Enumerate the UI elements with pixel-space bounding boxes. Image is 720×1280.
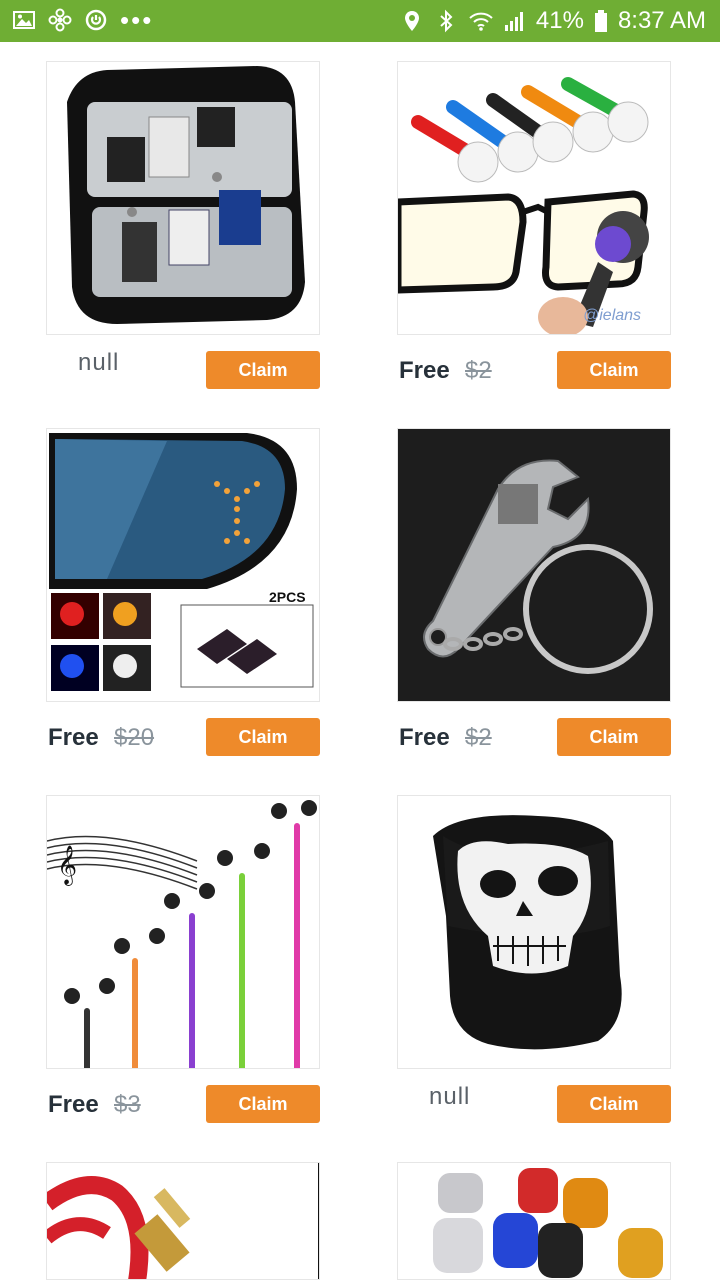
clock: 8:37 AM xyxy=(617,7,706,34)
fan-icon xyxy=(48,8,72,32)
location-icon xyxy=(400,9,424,33)
price-row: Free $3 Claim xyxy=(46,1085,320,1125)
claim-button[interactable]: Claim xyxy=(206,1085,320,1123)
original-price: $3 xyxy=(114,1091,141,1118)
original-price: $2 xyxy=(465,724,492,751)
price-row: null Claim xyxy=(46,349,320,391)
claim-button[interactable]: Claim xyxy=(557,1085,671,1123)
product-image-skull-mask[interactable] xyxy=(397,795,671,1069)
image-icon xyxy=(12,8,36,32)
claim-button[interactable]: Claim xyxy=(206,351,320,389)
battery-percent: 41% xyxy=(535,7,584,34)
battery-icon xyxy=(594,9,608,33)
product-image-audio-cable[interactable] xyxy=(46,1162,320,1280)
price-row: Free $20 Claim xyxy=(46,718,320,758)
signal-icon xyxy=(502,9,526,33)
wifi-icon xyxy=(468,9,493,33)
null-label: null xyxy=(78,349,120,376)
bluetooth-icon xyxy=(434,9,458,33)
price-row: null Claim xyxy=(397,1083,671,1125)
sync-icon xyxy=(84,8,108,32)
product-image-memory-card-case[interactable] xyxy=(46,61,320,335)
null-label: null xyxy=(429,1083,471,1110)
product-image-car-mirror-led[interactable]: 2PCS xyxy=(46,428,320,702)
free-label: Free xyxy=(48,724,99,751)
free-label: Free xyxy=(399,357,450,384)
claim-button[interactable]: Claim xyxy=(557,351,671,389)
product-image-valve-caps[interactable] xyxy=(397,1162,671,1280)
claim-button[interactable]: Claim xyxy=(206,718,320,756)
svg-text:𝄞: 𝄞 xyxy=(57,845,77,886)
watermark-text: @ielans xyxy=(583,307,641,324)
free-label: Free xyxy=(48,1091,99,1118)
price-row: Free $2 Claim xyxy=(397,351,671,391)
more-dots-icon: ••• xyxy=(120,5,154,35)
product-image-zipper-earphones[interactable]: 𝄞 xyxy=(46,795,320,1069)
original-price: $20 xyxy=(114,724,155,751)
free-label: Free xyxy=(399,724,450,751)
price-row: Free $2 Claim xyxy=(397,718,671,758)
product-image-glasses-cleaner[interactable]: @ielans xyxy=(397,61,671,335)
status-bar: ••• 41% 8:37 AM xyxy=(0,0,720,42)
original-price: $2 xyxy=(465,357,492,384)
claim-button[interactable]: Claim xyxy=(557,718,671,756)
image-label-2pcs: 2PCS xyxy=(269,589,306,605)
product-image-wrench-keychain[interactable] xyxy=(397,428,671,702)
